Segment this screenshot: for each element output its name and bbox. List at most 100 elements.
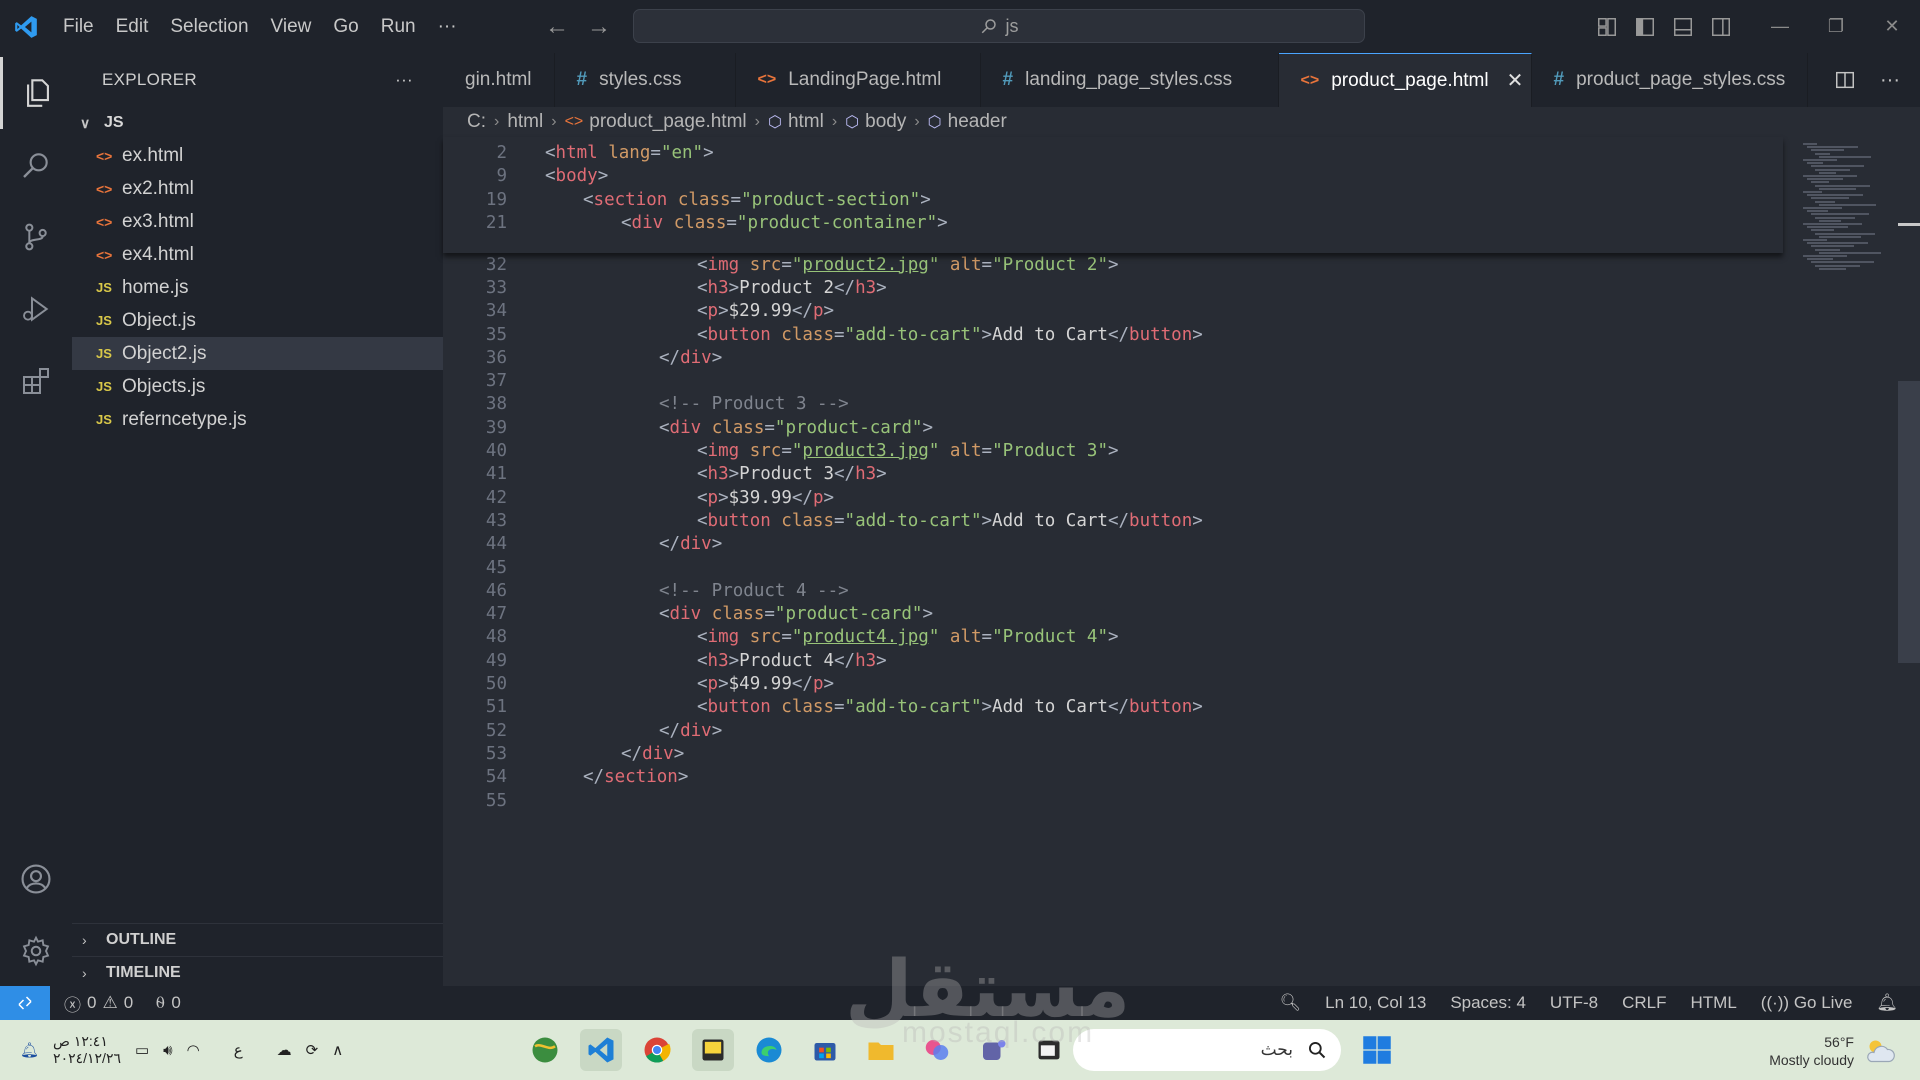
app-icon-store[interactable]: [804, 1029, 846, 1071]
tab-landing-page-styles-css[interactable]: # landing_page_styles.css: [981, 53, 1279, 107]
code-token: =: [650, 143, 661, 163]
explorer-icon[interactable]: [0, 57, 72, 129]
weather-widget[interactable]: 56°F Mostly cloudy: [1769, 1028, 1898, 1074]
tab-styles-css[interactable]: # styles.css: [555, 53, 736, 107]
breadcrumb-file[interactable]: product_page.html: [589, 111, 746, 133]
file-item[interactable]: JS referncetype.js: [72, 403, 443, 436]
explorer-more-icon[interactable]: ···: [395, 70, 413, 90]
restore-icon[interactable]: ❐: [1808, 16, 1864, 37]
zoom-icon[interactable]: 🔍︎: [1280, 993, 1302, 1013]
source-control-icon[interactable]: [0, 201, 72, 273]
menu-edit[interactable]: Edit: [105, 0, 160, 53]
code-token: ": [791, 441, 803, 461]
end-of-line[interactable]: CRLF: [1622, 993, 1666, 1013]
file-item[interactable]: <> ex.html: [72, 139, 443, 172]
breadcrumb-drive[interactable]: C:: [467, 111, 486, 133]
code-token: </: [834, 464, 856, 485]
file-item[interactable]: <> ex2.html: [72, 172, 443, 205]
menu-file[interactable]: File: [52, 0, 105, 53]
indentation[interactable]: Spaces: 4: [1450, 993, 1526, 1013]
app-icon-edge[interactable]: [748, 1029, 790, 1071]
encoding[interactable]: UTF-8: [1550, 993, 1598, 1013]
close-window-icon[interactable]: ✕: [1864, 16, 1920, 37]
file-item[interactable]: JS home.js: [72, 271, 443, 304]
accounts-icon[interactable]: [0, 843, 72, 915]
code-token: button: [1129, 324, 1193, 345]
code-token: </: [791, 487, 813, 508]
line-number: 36: [485, 347, 507, 368]
timeline-section[interactable]: › TIMELINE: [72, 956, 443, 989]
more-actions-icon[interactable]: ···: [1880, 69, 1900, 92]
breadcrumb-header[interactable]: header: [948, 111, 1007, 133]
toggle-secondary-sidebar-icon[interactable]: [1710, 16, 1732, 38]
tab-product-page-html[interactable]: <> product_page.html ✕: [1278, 53, 1532, 107]
search-view-icon[interactable]: [0, 129, 72, 201]
command-center-search[interactable]: js: [633, 9, 1365, 43]
breadcrumb-html[interactable]: html: [788, 111, 824, 133]
vertical-scrollbar[interactable]: [1898, 381, 1920, 663]
menu-run[interactable]: Run: [370, 0, 427, 53]
remote-indicator-icon[interactable]: [0, 986, 50, 1020]
battery-icon[interactable]: ▭: [135, 1041, 149, 1059]
minimize-icon[interactable]: —: [1752, 16, 1808, 37]
volume-icon[interactable]: 🔊︎: [163, 1042, 172, 1059]
code-token: Product 3: [739, 464, 834, 485]
clock[interactable]: ١٢:٤١ ص ٢٠٢٤/١٢/٢٦: [53, 1033, 121, 1067]
menu-more[interactable]: ···: [427, 0, 468, 53]
app-icon-sticky-notes[interactable]: [692, 1029, 734, 1071]
line-number: 39: [485, 417, 507, 438]
code-text: <!-- Product 3 -->: [659, 394, 849, 414]
run-and-debug-icon[interactable]: [0, 273, 72, 345]
tab-landingpage-html[interactable]: <> LandingPage.html: [736, 53, 981, 107]
cursor-position[interactable]: Ln 10, Col 13: [1325, 993, 1426, 1013]
menu-selection[interactable]: Selection: [159, 0, 259, 53]
code-editor[interactable]: 2 <html lang="en"> 9 <body> 19 <section class…: [443, 137, 1920, 986]
outline-section[interactable]: › OUTLINE: [72, 923, 443, 956]
onedrive-icon[interactable]: ☁: [277, 1041, 292, 1059]
customize-layout-icon[interactable]: [1596, 16, 1618, 38]
code-text: <button class="add-to-cart">Add to Cart<…: [697, 697, 1203, 717]
close-tab-icon[interactable]: ✕: [1507, 68, 1524, 93]
forward-arrow-icon[interactable]: →: [587, 13, 611, 41]
sync-icon[interactable]: ⟳: [306, 1041, 319, 1059]
code-token: >: [823, 301, 835, 322]
toggle-panel-icon[interactable]: [1672, 16, 1694, 38]
extensions-icon[interactable]: [0, 345, 72, 417]
file-item[interactable]: <> ex3.html: [72, 205, 443, 238]
app-icon-vscode[interactable]: [580, 1029, 622, 1071]
code-token: >: [711, 534, 723, 555]
menu-view[interactable]: View: [260, 0, 323, 53]
code-token: $39.99: [728, 487, 792, 508]
app-icon-chrome[interactable]: [636, 1029, 678, 1071]
file-item[interactable]: JS Objects.js: [72, 370, 443, 403]
app-icon-file-explorer[interactable]: [860, 1029, 902, 1071]
split-editor-icon[interactable]: [1834, 69, 1856, 91]
code-token: <: [545, 166, 556, 187]
input-language[interactable]: ع: [234, 1041, 243, 1059]
breadcrumb-body[interactable]: body: [865, 111, 906, 133]
go-live-button[interactable]: ((·)) Go Live: [1761, 993, 1853, 1013]
windows-start-icon[interactable]: [1362, 1035, 1392, 1070]
tab-product-page-styles-css[interactable]: # product_page_styles.css: [1532, 53, 1809, 107]
explorer-sidebar: EXPLORER ··· ∨ JS <> ex.html <> ex2.html <> e…: [72, 53, 443, 986]
menu-go[interactable]: Go: [322, 0, 369, 53]
file-item[interactable]: <> ex4.html: [72, 238, 443, 271]
taskbar-search[interactable]: بحث: [1073, 1029, 1341, 1071]
breadcrumb-folder[interactable]: html: [507, 111, 543, 133]
file-item[interactable]: JS Object.js: [72, 304, 443, 337]
notification-icon[interactable]: 🔔︎: [20, 1041, 39, 1059]
app-icon-globe[interactable]: [524, 1029, 566, 1071]
toggle-primary-sidebar-icon[interactable]: [1634, 16, 1656, 38]
back-arrow-icon[interactable]: ←: [545, 13, 569, 41]
notifications-bell-icon[interactable]: 🔔︎: [1876, 993, 1898, 1013]
tab-gin-html[interactable]: gin.html: [443, 53, 555, 107]
tab-label: product_page_styles.css: [1576, 69, 1786, 90]
manage-gear-icon[interactable]: [0, 915, 72, 987]
problems-indicator[interactable]: ⓧ 0 ⚠ 0 ⍬ 0: [50, 991, 181, 1016]
wifi-icon[interactable]: ◠: [187, 1041, 200, 1059]
minimap[interactable]: [1783, 137, 1893, 277]
folder-js[interactable]: ∨ JS: [72, 107, 443, 139]
language-mode[interactable]: HTML: [1691, 993, 1737, 1013]
show-hidden-icons-chevron-up-icon[interactable]: ∧: [332, 1041, 343, 1059]
file-item[interactable]: JS Object2.js: [72, 337, 443, 370]
